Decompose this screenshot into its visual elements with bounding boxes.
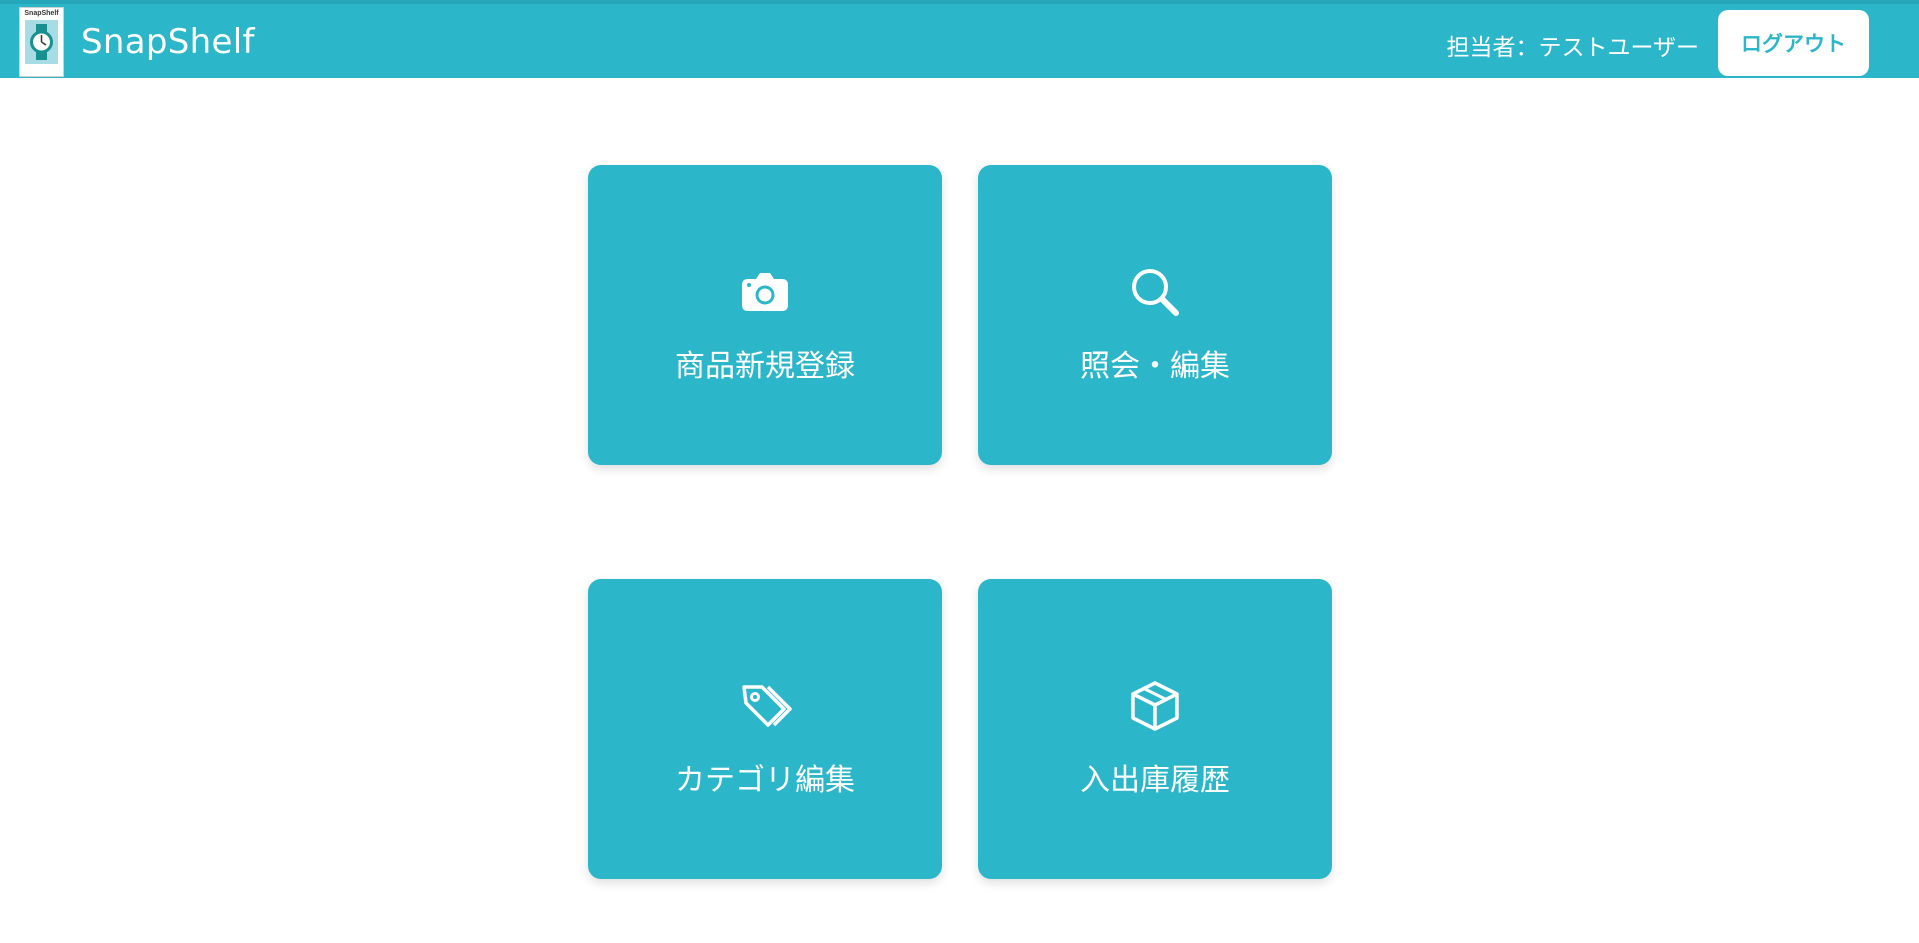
- user-label: 担当者：テストユーザー: [1446, 35, 1699, 61]
- card-label: 商品新規登録: [675, 349, 855, 384]
- card-label: 照会・編集: [1080, 349, 1230, 384]
- category-edit-card[interactable]: カテゴリ編集: [588, 579, 942, 879]
- search-icon: [1128, 265, 1182, 319]
- app-title: SnapShelf: [81, 22, 255, 62]
- search-edit-card[interactable]: 照会・編集: [978, 165, 1332, 465]
- box-icon: [1128, 679, 1182, 733]
- logout-button[interactable]: ログアウト: [1718, 10, 1869, 76]
- watch-icon: [25, 20, 58, 64]
- card-label: 入出庫履歴: [1080, 763, 1230, 798]
- stock-history-card[interactable]: 入出庫履歴: [978, 579, 1332, 879]
- app-logo[interactable]: SnapShelf: [19, 7, 64, 77]
- register-product-card[interactable]: 商品新規登録: [588, 165, 942, 465]
- logo-text: SnapShelf: [24, 10, 59, 17]
- top-bar: SnapShelf SnapShelf 担当者：テストユーザー ログアウト: [0, 0, 1919, 78]
- camera-icon: [738, 265, 792, 319]
- card-label: カテゴリ編集: [675, 763, 855, 798]
- tags-icon: [738, 679, 792, 733]
